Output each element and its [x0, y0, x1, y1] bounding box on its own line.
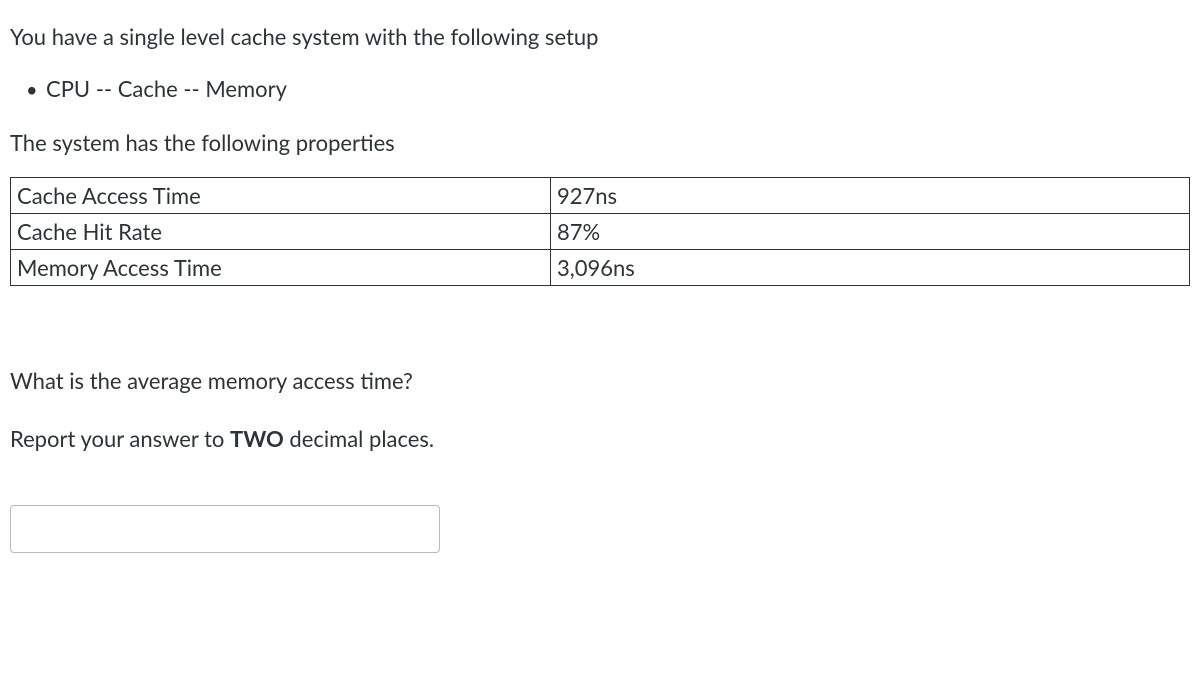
property-value: 927ns [551, 177, 1190, 213]
instruction-suffix: decimal places. [284, 425, 434, 452]
question-text: What is the average memory access time? [10, 366, 1190, 397]
setup-list-item: CPU -- Cache -- Memory [40, 75, 1190, 102]
instruction-prefix: Report your answer to [10, 425, 230, 452]
answer-input[interactable] [10, 505, 440, 553]
property-value: 3,096ns [551, 249, 1190, 285]
instruction-bold: TWO [230, 425, 284, 452]
properties-intro: The system has the following properties [10, 128, 1190, 159]
instruction-text: Report your answer to TWO decimal places… [10, 424, 1190, 455]
properties-table: Cache Access Time 927ns Cache Hit Rate 8… [10, 177, 1190, 286]
property-label: Memory Access Time [11, 249, 551, 285]
property-label: Cache Access Time [11, 177, 551, 213]
table-row: Memory Access Time 3,096ns [11, 249, 1190, 285]
property-value: 87% [551, 213, 1190, 249]
setup-list: CPU -- Cache -- Memory [10, 75, 1190, 102]
property-label: Cache Hit Rate [11, 213, 551, 249]
table-row: Cache Hit Rate 87% [11, 213, 1190, 249]
table-row: Cache Access Time 927ns [11, 177, 1190, 213]
intro-text: You have a single level cache system wit… [10, 22, 1190, 53]
